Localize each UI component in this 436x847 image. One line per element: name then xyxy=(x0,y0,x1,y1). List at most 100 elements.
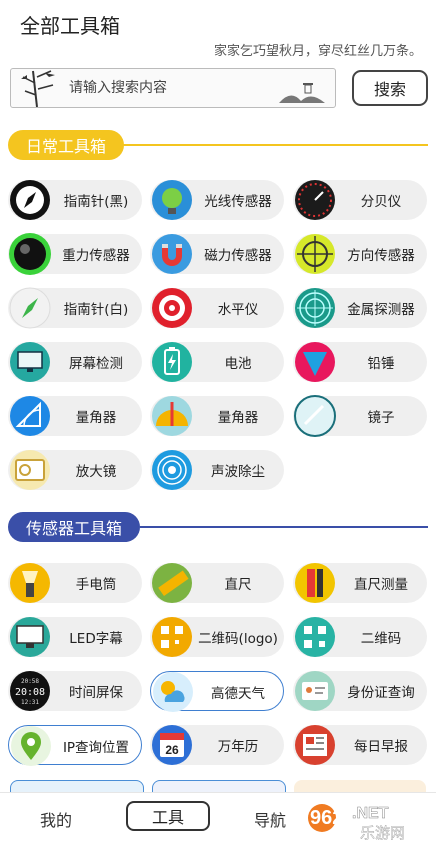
id-card-icon xyxy=(293,669,337,713)
tool-item-label: LED字幕 xyxy=(69,631,123,647)
protractor-yellow-icon xyxy=(150,394,194,438)
tool-item-label: 高德天气 xyxy=(211,686,265,702)
sound-wave-icon xyxy=(150,448,194,492)
tool-item-label: 方向传感器 xyxy=(347,248,415,264)
tool-item-label: 万年历 xyxy=(217,739,259,755)
sensor-tool-item[interactable]: 二维码 xyxy=(293,617,427,657)
battery-icon xyxy=(150,340,194,384)
daily-tool-item[interactable]: 量角器 xyxy=(8,396,142,436)
tool-item-label: 光线传感器 xyxy=(204,194,272,210)
tool-item-label: 镜子 xyxy=(367,410,395,426)
tool-item-label: 直尺测量 xyxy=(354,577,408,593)
daily-tool-item[interactable]: 分贝仪 xyxy=(293,180,427,220)
tool-item-label: 屏幕检测 xyxy=(69,356,123,372)
metal-detector-icon xyxy=(293,286,337,330)
level-target-icon xyxy=(150,286,194,330)
gravity-sensor-icon xyxy=(8,232,52,276)
qr-code-icon xyxy=(293,615,337,659)
sensor-tool-item[interactable]: 手电筒 xyxy=(8,563,142,603)
sensor-tool-item[interactable]: 直尺 xyxy=(150,563,284,603)
clock-top-text: 20:58 xyxy=(21,678,39,685)
bamboo-decoration-icon xyxy=(21,70,55,107)
daily-tool-item[interactable]: 光线传感器 xyxy=(150,180,284,220)
daily-tool-item[interactable]: 重力传感器 xyxy=(8,232,142,276)
daily-tool-item[interactable]: 电池 xyxy=(150,342,284,382)
sensor-tool-item[interactable]: 二维码(logo) xyxy=(150,617,284,657)
led-monitor-icon xyxy=(8,615,52,659)
tool-item-label: 重力传感器 xyxy=(62,248,130,264)
tool-item-label: 二维码(logo) xyxy=(198,631,278,647)
daily-tool-item[interactable]: 磁力传感器 xyxy=(150,234,284,274)
tool-item-label: 放大镜 xyxy=(75,464,117,480)
watermark-logo: 962 .NET 乐游网 xyxy=(308,804,405,842)
mirror-icon xyxy=(293,394,337,438)
clock-main-text: 20:08 xyxy=(15,687,45,698)
newspaper-icon xyxy=(293,723,337,767)
daily-tool-item[interactable]: 放大镜 xyxy=(8,450,142,490)
watermark-text: 乐游网 xyxy=(360,824,405,842)
daily-tool-item[interactable]: 方向传感器 xyxy=(293,234,427,274)
daily-tool-item[interactable]: 指南针(白) xyxy=(8,286,142,330)
tool-item-label: 电池 xyxy=(224,356,252,372)
tool-item-label: IP查询位置 xyxy=(62,740,130,756)
search-bar[interactable] xyxy=(10,68,336,108)
section-sensor-line xyxy=(140,526,428,528)
tool-item-label: 分贝仪 xyxy=(360,194,402,210)
daily-tool-item[interactable]: 屏幕检测 xyxy=(8,342,142,382)
sensor-tool-item[interactable]: 每日早报 xyxy=(293,725,427,765)
tool-item-label: 指南针(黑) xyxy=(63,194,129,210)
daily-tool-item[interactable]: 水平仪 xyxy=(150,288,284,328)
compass-white-icon xyxy=(8,286,52,330)
tool-item-label: 二维码 xyxy=(360,631,402,647)
daily-tool-item[interactable]: 指南针(黑) xyxy=(8,180,142,220)
search-input[interactable] xyxy=(67,79,271,97)
sensor-tool-item[interactable]: 26 万年历 xyxy=(150,725,284,765)
sensor-tool-item[interactable]: 20:58 20:08 12:31 时间屏保 xyxy=(8,671,142,711)
sensor-tool-item[interactable]: 身份证查询 xyxy=(293,671,427,711)
tab-navigation[interactable]: 导航 xyxy=(254,807,286,831)
calendar-icon: 26 xyxy=(150,723,194,767)
tool-item-label: 每日早报 xyxy=(354,739,408,755)
daily-tool-item[interactable]: 金属探测器 xyxy=(293,288,427,328)
light-sensor-icon xyxy=(150,178,194,222)
magnifier-icon xyxy=(8,448,52,492)
sensor-tool-item[interactable]: LED字幕 xyxy=(8,617,142,657)
protractor-icon xyxy=(8,394,52,438)
watermark-brand: 962 xyxy=(310,807,343,829)
daily-tool-item[interactable]: 量角器 xyxy=(150,396,284,436)
section-daily-line xyxy=(120,144,428,146)
tool-item-label: 量角器 xyxy=(75,410,117,426)
search-button[interactable]: 搜索 xyxy=(352,70,428,106)
plumb-bob-icon xyxy=(293,340,337,384)
daily-tool-item[interactable]: 声波除尘 xyxy=(150,450,284,490)
calendar-day-text: 26 xyxy=(165,743,179,757)
section-sensor-title: 传感器工具箱 xyxy=(8,512,141,542)
tool-item-label: 指南针(白) xyxy=(63,302,129,318)
tab-mine[interactable]: 我的 xyxy=(40,807,72,831)
magnet-icon xyxy=(150,232,194,276)
daily-tool-item[interactable]: 镜子 xyxy=(293,394,427,438)
sensor-tool-item[interactable]: 高德天气 xyxy=(150,670,284,714)
screen-test-icon xyxy=(8,340,52,384)
daily-tool-item[interactable]: 铅锤 xyxy=(293,342,427,382)
tool-item-label: 身份证查询 xyxy=(347,685,415,701)
sensor-tool-item[interactable]: IP查询位置 xyxy=(8,724,142,768)
watermark-suffix: .NET xyxy=(352,805,389,822)
direction-sensor-icon xyxy=(293,232,337,276)
tool-item-label: 手电筒 xyxy=(75,577,117,593)
decibel-meter-icon xyxy=(293,178,337,222)
sensor-tool-item[interactable]: 直尺测量 xyxy=(293,563,427,603)
tool-item-label: 铅锤 xyxy=(367,356,395,372)
ruler-icon xyxy=(150,561,194,605)
ruler-measure-icon xyxy=(293,561,337,605)
weather-icon xyxy=(151,670,195,714)
tab-tools[interactable]: 工具 xyxy=(126,801,210,831)
tool-item-label: 量角器 xyxy=(217,410,259,426)
tool-item-label: 金属探测器 xyxy=(347,302,415,318)
qr-logo-icon xyxy=(150,615,194,659)
slogan-text: 家家乞巧望秋月，穿尽红丝几万条。 xyxy=(213,44,422,59)
location-pin-icon xyxy=(9,724,53,768)
tool-item-label: 声波除尘 xyxy=(211,464,265,480)
digital-clock-icon: 20:58 20:08 12:31 xyxy=(8,669,52,713)
landscape-decoration-icon xyxy=(279,83,325,103)
